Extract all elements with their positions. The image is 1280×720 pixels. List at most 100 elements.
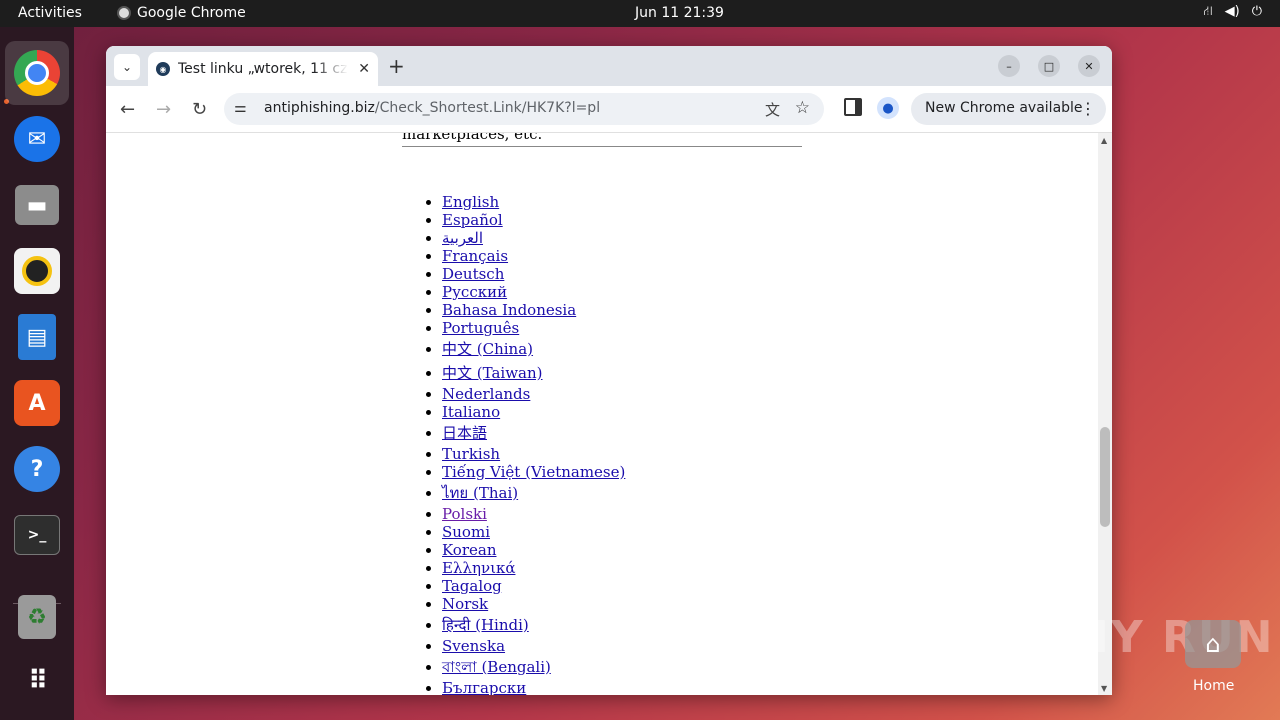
close-tab-icon[interactable]: ✕ <box>358 61 370 77</box>
network-icon[interactable]: ⛙ <box>1203 4 1212 21</box>
language-link-polski[interactable]: Polski <box>442 505 487 523</box>
home-folder-icon[interactable]: ⌂ <box>1185 620 1241 668</box>
language-link-deutsch[interactable]: Deutsch <box>442 265 504 283</box>
list-item: Norsk <box>442 595 625 613</box>
language-link-italian[interactable]: Italiano <box>442 403 500 421</box>
vertical-scrollbar[interactable]: ▲ ▼ <box>1098 133 1112 695</box>
list-item: Русский <box>442 283 625 301</box>
language-list: English Español العربية Français Deutsch… <box>402 193 625 695</box>
volume-icon[interactable]: ◀) <box>1225 4 1240 21</box>
address-bar[interactable]: ⚌ antiphishing.biz/Check_Shortest.Link/H… <box>224 93 824 125</box>
back-icon[interactable]: ← <box>120 99 135 120</box>
language-link-indonesian[interactable]: Bahasa Indonesia <box>442 301 576 319</box>
language-link-swedish[interactable]: Svenska <box>442 637 505 655</box>
list-item: Bahasa Indonesia <box>442 301 625 319</box>
forward-icon[interactable]: → <box>156 99 171 120</box>
language-link-bulgarian[interactable]: Български <box>442 679 526 695</box>
list-item: Ελληνικά <box>442 559 625 577</box>
list-item: हिन्दी (Hindi) <box>442 613 625 637</box>
thunderbird-icon: ✉ <box>14 116 60 162</box>
dock-terminal[interactable]: >_ <box>5 503 69 567</box>
tab-strip: ⌄ ◉ Test linku „wtorek, 11 czerwca ✕ + –… <box>106 46 1112 86</box>
language-link-espanol[interactable]: Español <box>442 211 503 229</box>
language-link-francais[interactable]: Français <box>442 247 508 265</box>
dock-files[interactable]: ▬ <box>5 173 69 237</box>
new-chrome-available-button[interactable]: New Chrome available ⋮ <box>911 93 1106 125</box>
language-link-hindi[interactable]: हिन्दी (Hindi) <box>442 616 529 634</box>
dock-show-apps[interactable]: ⠿ <box>5 649 69 713</box>
close-window-button[interactable]: ✕ <box>1078 55 1100 77</box>
close-icon: ✕ <box>1084 59 1094 73</box>
url-path: /Check_Shortest.Link/HK7K?l=pl <box>374 100 601 116</box>
translate-icon[interactable]: 文 <box>765 99 780 120</box>
list-item: English <box>442 193 625 211</box>
dock-writer[interactable]: ▤ <box>5 305 69 369</box>
language-link-arabic[interactable]: العربية <box>442 229 483 247</box>
chevron-down-icon: ⌄ <box>121 60 133 74</box>
language-link-japanese[interactable]: 日本語 <box>442 424 487 442</box>
language-link-chinese-taiwan[interactable]: 中文 (Taiwan) <box>442 364 543 382</box>
reload-icon[interactable]: ↻ <box>192 99 207 120</box>
language-link-dutch[interactable]: Nederlands <box>442 385 530 403</box>
dock-rhythmbox[interactable] <box>5 239 69 303</box>
terminal-icon: >_ <box>14 515 60 555</box>
scrollbar-thumb[interactable] <box>1100 427 1110 527</box>
language-link-thai[interactable]: ไทย (Thai) <box>442 484 518 502</box>
language-link-bengali[interactable]: বাংলা (Bengali) <box>442 658 551 676</box>
dock-trash[interactable]: ♻ <box>5 585 69 649</box>
dock-thunderbird[interactable]: ✉ <box>5 107 69 171</box>
scroll-up-icon[interactable]: ▲ <box>1101 136 1107 145</box>
language-link-korean[interactable]: Korean <box>442 541 497 559</box>
list-item: Suomi <box>442 523 625 541</box>
bookmark-star-icon[interactable]: ☆ <box>795 98 810 118</box>
dock-help[interactable]: ? <box>5 437 69 501</box>
scroll-down-icon[interactable]: ▼ <box>1101 684 1107 693</box>
language-link-norwegian[interactable]: Norsk <box>442 595 488 613</box>
trash-icon: ♻ <box>18 595 56 639</box>
system-tray[interactable]: ⛙ ◀) ⏻ <box>1203 4 1262 21</box>
maximize-button[interactable]: □ <box>1038 55 1060 77</box>
language-link-russian[interactable]: Русский <box>442 283 507 301</box>
activities-button[interactable]: Activities <box>18 5 82 21</box>
list-item: বাংলা (Bengali) <box>442 655 625 679</box>
language-link-tagalog[interactable]: Tagalog <box>442 577 502 595</box>
maximize-icon: □ <box>1043 59 1055 73</box>
list-item: Français <box>442 247 625 265</box>
home-label: Home <box>1193 678 1235 694</box>
language-link-greek[interactable]: Ελληνικά <box>442 559 515 577</box>
language-link-portuguese[interactable]: Português <box>442 319 519 337</box>
language-link-chinese-china[interactable]: 中文 (China) <box>442 340 533 358</box>
tab-title: Test linku „wtorek, 11 czerwca <box>178 61 348 77</box>
language-link-turkish[interactable]: Turkish <box>442 445 500 463</box>
new-tab-button[interactable]: + <box>388 54 405 78</box>
language-link-vietnamese[interactable]: Tiếng Việt (Vietnamese) <box>442 463 625 481</box>
list-item: Deutsch <box>442 265 625 283</box>
list-item: Italiano <box>442 403 625 421</box>
url-text[interactable]: antiphishing.biz/Check_Shortest.Link/HK7… <box>264 100 600 116</box>
dock-app-center[interactable]: A <box>5 371 69 435</box>
dock-chrome[interactable] <box>5 41 69 105</box>
writer-icon: ▤ <box>18 314 56 360</box>
list-item: 中文 (Taiwan) <box>442 361 625 385</box>
app-name: Google Chrome <box>137 5 246 21</box>
profile-avatar-icon[interactable]: ● <box>877 97 899 119</box>
minimize-button[interactable]: – <box>998 55 1020 77</box>
dock: ✉ ▬ ▤ A ? >_ ♻ ⠿ <box>0 27 74 720</box>
chrome-small-icon <box>117 6 131 20</box>
list-item: Korean <box>442 541 625 559</box>
tab-search-button[interactable]: ⌄ <box>114 54 140 80</box>
site-info-icon[interactable]: ⚌ <box>234 100 247 116</box>
clock[interactable]: Jun 11 21:39 <box>635 5 724 21</box>
language-link-finnish[interactable]: Suomi <box>442 523 490 541</box>
new-chrome-label: New Chrome available <box>925 100 1083 116</box>
power-icon[interactable]: ⏻ <box>1252 4 1262 21</box>
app-menu[interactable]: Google Chrome <box>117 5 246 21</box>
language-link-english[interactable]: English <box>442 193 499 211</box>
list-item: Turkish <box>442 445 625 463</box>
minimize-icon: – <box>1006 59 1012 73</box>
side-panel-icon[interactable] <box>844 98 862 116</box>
list-item: ไทย (Thai) <box>442 481 625 505</box>
tab-active[interactable]: ◉ Test linku „wtorek, 11 czerwca ✕ <box>148 52 378 86</box>
more-menu-icon[interactable]: ⋮ <box>1080 99 1096 118</box>
rhythmbox-icon <box>14 248 60 294</box>
